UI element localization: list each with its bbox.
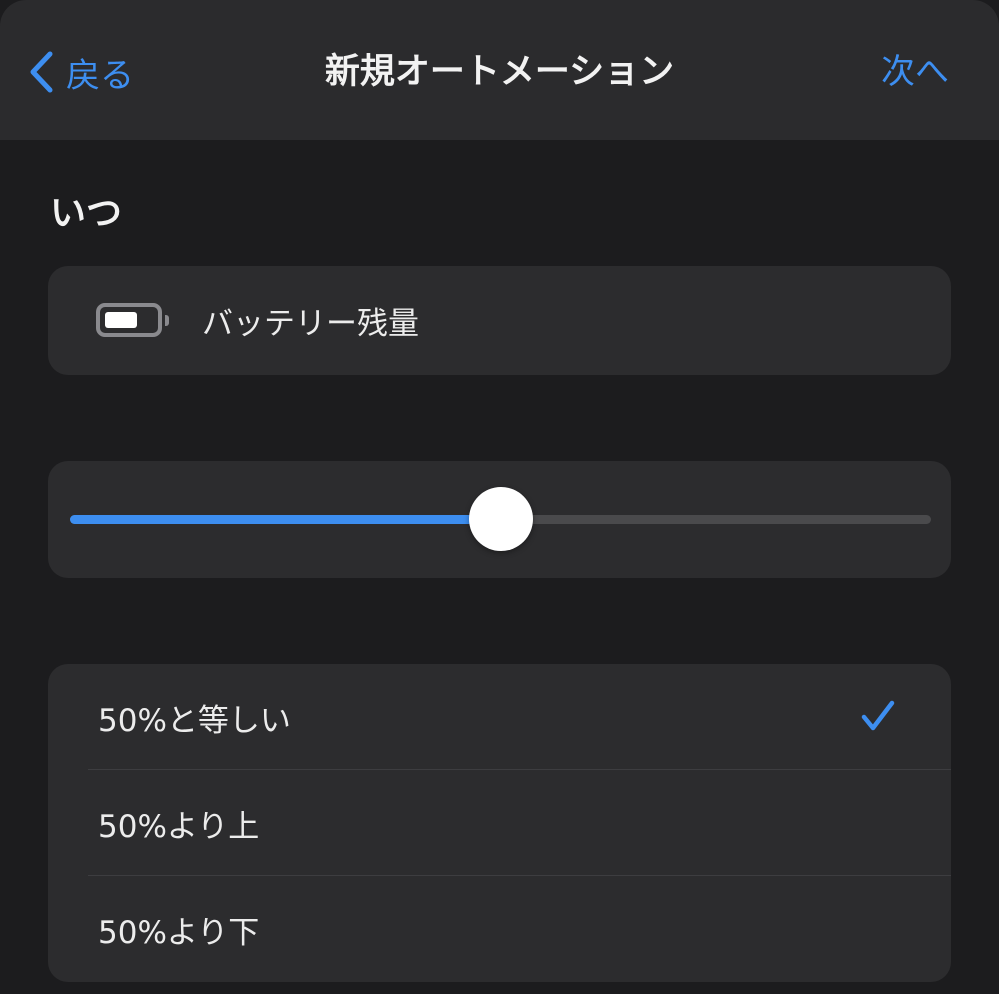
option-above[interactable]: 50%より上: [48, 770, 951, 876]
section-heading: いつ: [50, 193, 123, 234]
trigger-label: バッテリー残量: [202, 306, 419, 342]
battery-icon: [96, 301, 170, 341]
slider-card: [48, 461, 951, 578]
condition-options-list: 50%と等しい 50%より上 50%より下: [48, 664, 951, 982]
checkmark-icon: [861, 700, 895, 740]
next-button[interactable]: 次へ: [881, 44, 949, 100]
option-equal-to[interactable]: 50%と等しい: [48, 664, 951, 770]
navigation-bar: 戻る 新規オートメーション 次へ: [0, 0, 999, 140]
slider-fill: [70, 515, 501, 524]
trigger-card: バッテリー残量: [48, 266, 951, 375]
option-label: 50%より上: [98, 808, 260, 845]
slider-thumb[interactable]: [468, 487, 533, 551]
option-label: 50%より下: [98, 914, 260, 951]
battery-level-slider[interactable]: [70, 461, 931, 578]
trigger-row[interactable]: バッテリー残量: [48, 266, 951, 375]
page-title: 新規オートメーション: [324, 52, 675, 92]
option-below[interactable]: 50%より下: [48, 876, 951, 982]
option-label: 50%と等しい: [98, 702, 291, 739]
automation-screen: 戻る 新規オートメーション 次へ いつ バッテリー残量 50%と等しい 50%よ…: [0, 0, 999, 994]
